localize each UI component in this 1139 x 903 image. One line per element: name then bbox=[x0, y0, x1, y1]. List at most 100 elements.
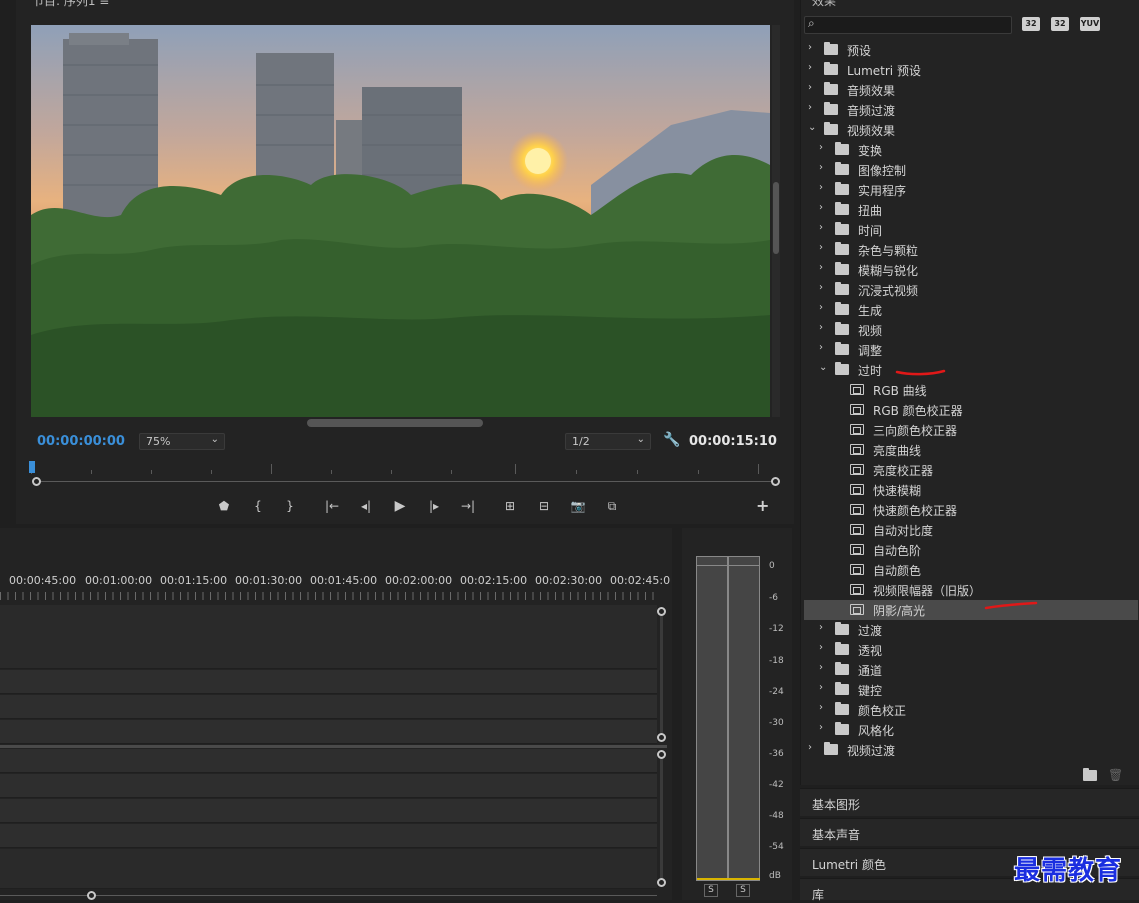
track-divider[interactable] bbox=[0, 745, 667, 748]
extract-icon[interactable]: ⊟ bbox=[534, 496, 554, 516]
effects-tree-item[interactable]: 快速颜色校正器 bbox=[804, 500, 1138, 520]
effects-tree-item[interactable]: › 风格化 bbox=[804, 720, 1138, 740]
go-to-out-icon[interactable]: →| bbox=[458, 496, 478, 516]
effects-tree-item[interactable]: › Lumetri 预设 bbox=[804, 60, 1138, 80]
mark-out-icon[interactable]: } bbox=[280, 496, 300, 516]
trash-icon[interactable]: 🗑 bbox=[1108, 768, 1123, 782]
effects-tree-item[interactable]: › 生成 bbox=[804, 300, 1138, 320]
effects-tree-item[interactable]: › 沉浸式视频 bbox=[804, 280, 1138, 300]
chevron-right-icon[interactable]: › bbox=[819, 662, 823, 673]
chevron-right-icon[interactable]: › bbox=[808, 82, 812, 93]
effects-tree-item[interactable]: › 通道 bbox=[804, 660, 1138, 680]
effects-tree-item[interactable]: › 过渡 bbox=[804, 620, 1138, 640]
effects-search-input[interactable] bbox=[804, 16, 1012, 34]
horizontal-scroll-handle[interactable] bbox=[87, 891, 96, 900]
scroll-handle[interactable] bbox=[657, 733, 666, 742]
chevron-right-icon[interactable]: › bbox=[819, 282, 823, 293]
effects-tree-item[interactable]: › 实用程序 bbox=[804, 180, 1138, 200]
chevron-right-icon[interactable]: › bbox=[808, 42, 812, 53]
chevron-right-icon[interactable]: › bbox=[819, 682, 823, 693]
monitor-playhead[interactable] bbox=[29, 461, 35, 473]
video-track[interactable] bbox=[0, 720, 657, 744]
chevron-right-icon[interactable]: › bbox=[819, 322, 823, 333]
chevron-right-icon[interactable]: › bbox=[808, 742, 812, 753]
audio-track[interactable] bbox=[0, 749, 657, 773]
effects-tree-item[interactable]: › 键控 bbox=[804, 680, 1138, 700]
chevron-right-icon[interactable]: › bbox=[808, 102, 812, 113]
scroll-handle[interactable] bbox=[657, 607, 666, 616]
video-track-area[interactable] bbox=[0, 605, 657, 669]
basic-sound-panel-tab[interactable]: 基本声音 bbox=[800, 818, 1139, 846]
chevron-right-icon[interactable]: › bbox=[819, 222, 823, 233]
chevron-right-icon[interactable]: › bbox=[808, 62, 812, 73]
effects-tree-item[interactable]: 自动对比度 bbox=[804, 520, 1138, 540]
effects-tree-item[interactable]: › 模糊与锐化 bbox=[804, 260, 1138, 280]
scrub-end-handle[interactable] bbox=[771, 477, 780, 486]
video-track[interactable] bbox=[0, 695, 657, 719]
effects-tree-item[interactable]: 自动色阶 bbox=[804, 540, 1138, 560]
chevron-right-icon[interactable]: › bbox=[819, 242, 823, 253]
effects-tree-item[interactable]: › 调整 bbox=[804, 340, 1138, 360]
audio-track[interactable] bbox=[0, 824, 657, 848]
effects-tree-item[interactable]: › 音频过渡 bbox=[804, 100, 1138, 120]
zoom-level-select[interactable]: 75% ⌄ bbox=[139, 433, 225, 450]
timeline-audio-scrollbar[interactable] bbox=[660, 755, 663, 883]
effects-tree-item[interactable]: 亮度校正器 bbox=[804, 460, 1138, 480]
effects-tree-item[interactable]: › 变换 bbox=[804, 140, 1138, 160]
32bit-filter-icon[interactable]: 32 bbox=[1051, 17, 1069, 31]
effects-tree-item[interactable]: › 视频过渡 bbox=[804, 740, 1138, 760]
new-bin-folder-icon[interactable] bbox=[1083, 768, 1097, 781]
audio-track[interactable] bbox=[0, 774, 657, 798]
button-editor-plus-icon[interactable]: + bbox=[756, 496, 769, 515]
add-marker-icon[interactable]: ⬟ bbox=[214, 496, 234, 516]
effects-tree-item[interactable]: › 杂色与颗粒 bbox=[804, 240, 1138, 260]
effects-tree-item[interactable]: 三向颜色校正器 bbox=[804, 420, 1138, 440]
go-to-in-icon[interactable]: |← bbox=[322, 496, 342, 516]
chevron-right-icon[interactable]: › bbox=[819, 642, 823, 653]
effects-tree-item[interactable]: 自动颜色 bbox=[804, 560, 1138, 580]
monitor-vertical-scroll-thumb[interactable] bbox=[773, 182, 779, 254]
comparison-view-icon[interactable]: ⧉ bbox=[602, 496, 622, 516]
scroll-handle[interactable] bbox=[657, 878, 666, 887]
monitor-scrub-bar[interactable] bbox=[37, 481, 775, 482]
playback-resolution-select[interactable]: 1/2 ⌄ bbox=[565, 433, 651, 450]
scrub-start-handle[interactable] bbox=[32, 477, 41, 486]
chevron-right-icon[interactable]: › bbox=[819, 182, 823, 193]
effects-tree-item[interactable]: 阴影/高光 bbox=[804, 600, 1138, 620]
step-back-icon[interactable]: ◂| bbox=[356, 496, 376, 516]
solo-left-button[interactable]: S bbox=[704, 884, 718, 897]
effects-tree-item[interactable]: RGB 曲线 bbox=[804, 380, 1138, 400]
effects-tree-item[interactable]: RGB 颜色校正器 bbox=[804, 400, 1138, 420]
chevron-right-icon[interactable]: › bbox=[819, 702, 823, 713]
audio-track[interactable] bbox=[0, 799, 657, 823]
effects-tree-item[interactable]: › 时间 bbox=[804, 220, 1138, 240]
monitor-time-ruler[interactable] bbox=[31, 460, 779, 474]
effects-tree-item[interactable]: 亮度曲线 bbox=[804, 440, 1138, 460]
effects-tree-item[interactable]: › 图像控制 bbox=[804, 160, 1138, 180]
chevron-right-icon[interactable]: › bbox=[819, 142, 823, 153]
settings-wrench-icon[interactable]: 🔧 bbox=[663, 432, 680, 448]
chevron-down-icon[interactable]: ⌄ bbox=[819, 362, 827, 373]
scroll-handle[interactable] bbox=[657, 750, 666, 759]
effects-tree-item[interactable]: › 预设 bbox=[804, 40, 1138, 60]
effects-tree-item[interactable]: › 颜色校正 bbox=[804, 700, 1138, 720]
chevron-right-icon[interactable]: › bbox=[819, 622, 823, 633]
play-icon[interactable]: ▶ bbox=[390, 496, 410, 516]
chevron-right-icon[interactable]: › bbox=[819, 722, 823, 733]
accelerated-effects-filter-icon[interactable]: 32 bbox=[1022, 17, 1040, 31]
effects-tree-item[interactable]: ⌄ 过时 bbox=[804, 360, 1138, 380]
chevron-right-icon[interactable]: › bbox=[819, 162, 823, 173]
audio-track-area[interactable] bbox=[0, 849, 657, 889]
effects-tree-item[interactable]: 视频限幅器（旧版） bbox=[804, 580, 1138, 600]
step-forward-icon[interactable]: |▸ bbox=[424, 496, 444, 516]
effects-tree-item[interactable]: 快速模糊 bbox=[804, 480, 1138, 500]
chevron-right-icon[interactable]: › bbox=[819, 342, 823, 353]
effects-tree-item[interactable]: ⌄ 视频效果 bbox=[804, 120, 1138, 140]
basic-graphics-panel-tab[interactable]: 基本图形 bbox=[800, 788, 1139, 816]
lift-icon[interactable]: ⊞ bbox=[500, 496, 520, 516]
chevron-down-icon[interactable]: ⌄ bbox=[808, 122, 816, 133]
chevron-right-icon[interactable]: › bbox=[819, 202, 823, 213]
chevron-right-icon[interactable]: › bbox=[819, 262, 823, 273]
monitor-horizontal-scroll-thumb[interactable] bbox=[307, 419, 483, 427]
mark-in-icon[interactable]: { bbox=[248, 496, 268, 516]
